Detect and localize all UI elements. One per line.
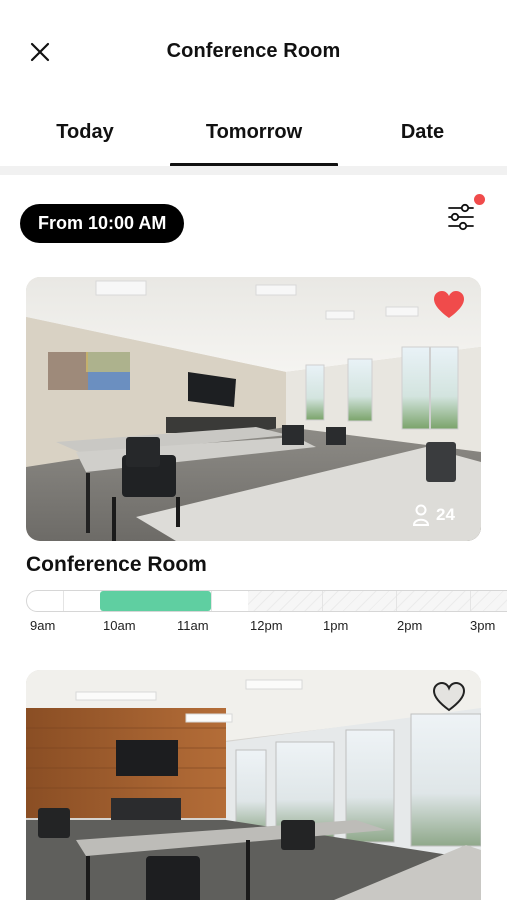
timeline-tick xyxy=(396,591,397,611)
hour-label: 1pm xyxy=(323,618,349,633)
hour-label: 9am xyxy=(30,618,56,633)
availability-timeline[interactable] xyxy=(26,590,507,612)
capacity-count: 24 xyxy=(436,505,455,524)
timeline-tick xyxy=(211,591,212,611)
favorite-button[interactable] xyxy=(432,289,466,321)
sliders-icon xyxy=(448,203,474,231)
room-capacity: 24 xyxy=(412,502,455,528)
hour-label: 10am xyxy=(103,618,136,633)
header: Conference Room xyxy=(0,0,507,105)
hour-label: 12pm xyxy=(250,618,283,633)
timeline-tick xyxy=(63,591,64,611)
conference-room-image xyxy=(26,670,481,900)
person-icon xyxy=(412,504,430,526)
room-name[interactable]: Conference Room xyxy=(26,553,207,577)
heart-outline-icon xyxy=(432,681,466,712)
favorite-button[interactable] xyxy=(432,681,466,713)
filter-active-badge xyxy=(474,194,485,205)
start-time-filter[interactable]: From 10:00 AM xyxy=(20,204,185,243)
tab-tomorrow[interactable]: Tomorrow xyxy=(170,121,338,144)
hour-label: 2pm xyxy=(397,618,423,633)
heart-filled-icon xyxy=(434,291,464,318)
tabs-divider xyxy=(0,166,507,175)
hour-label: 3pm xyxy=(470,618,496,633)
timeline-tick xyxy=(470,591,471,611)
timeline-hour-labels: 9am 10am 11am 12pm 1pm 2pm 3pm xyxy=(0,618,507,636)
tab-today[interactable]: Today xyxy=(0,121,170,144)
timeline-unavailable xyxy=(248,591,507,611)
page-title: Conference Room xyxy=(166,40,341,62)
filter-button[interactable] xyxy=(444,200,478,234)
day-tabs: Today Tomorrow Date xyxy=(0,105,507,167)
timeline-booked-slot xyxy=(100,591,211,611)
tab-date[interactable]: Date xyxy=(338,121,507,144)
hour-label: 11am xyxy=(177,618,209,633)
timeline-tick xyxy=(322,591,323,611)
room-photo[interactable] xyxy=(26,670,481,900)
